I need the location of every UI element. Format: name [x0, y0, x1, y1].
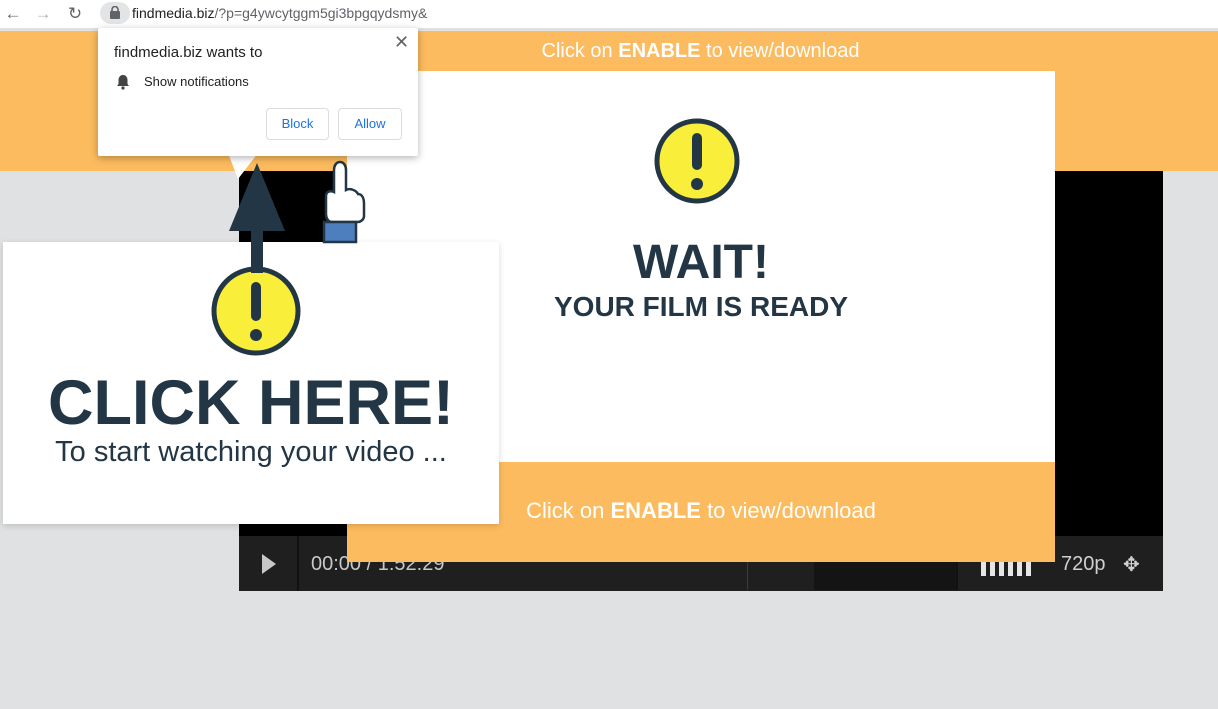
banner-enable: ENABLE — [618, 40, 701, 62]
seek-divider — [747, 562, 748, 590]
close-icon[interactable]: ✕ — [394, 32, 409, 53]
quality-selector[interactable]: 720p — [1061, 553, 1106, 576]
back-icon[interactable]: ← — [2, 3, 24, 25]
popup-tail — [228, 153, 258, 179]
warning-icon — [654, 118, 740, 204]
click-here-heading: CLICK HERE! — [48, 368, 454, 438]
warning-icon — [211, 266, 301, 356]
allow-button[interactable]: Allow — [338, 108, 402, 140]
play-icon — [262, 554, 276, 574]
arrow-up-icon — [229, 163, 285, 273]
controls-divider — [956, 562, 958, 590]
enable-button-suffix: to view/download — [700, 498, 876, 523]
fullscreen-icon[interactable]: ✥ — [1123, 552, 1140, 577]
play-button[interactable] — [239, 536, 299, 591]
lock-icon — [110, 6, 120, 19]
address-bar[interactable]: findmedia.biz/?p=g4ywcytggm5gi3bpgqydsmy… — [132, 5, 427, 21]
bell-icon — [117, 75, 129, 90]
reload-icon[interactable]: ↻ — [64, 3, 86, 25]
forward-icon[interactable]: → — [32, 3, 54, 25]
banner-prefix: Click on — [541, 40, 619, 62]
url-path: /?p=g4ywcytggm5gi3bpgqydsmy& — [214, 5, 428, 21]
click-here-card[interactable]: CLICK HERE! To start watching your video… — [3, 242, 499, 524]
banner-suffix: to view/download — [700, 40, 860, 62]
buffer-bar[interactable] — [814, 562, 956, 590]
site-info-button[interactable] — [100, 2, 130, 24]
start-watching-text: To start watching your video ... — [55, 436, 447, 468]
browser-toolbar: ← → ↻ findmedia.biz/?p=g4ywcytggm5gi3bpg… — [0, 0, 1218, 28]
prompt-title: findmedia.biz wants to — [114, 44, 263, 61]
url-domain: findmedia.biz — [132, 5, 215, 21]
enable-button-prefix: Click on — [526, 498, 611, 523]
notification-permission-prompt: findmedia.biz wants to ✕ Show notificati… — [98, 28, 418, 156]
enable-button-bold: ENABLE — [610, 498, 701, 523]
pointing-hand-icon — [322, 160, 366, 244]
permission-text: Show notifications — [144, 74, 249, 89]
block-button[interactable]: Block — [266, 108, 329, 140]
